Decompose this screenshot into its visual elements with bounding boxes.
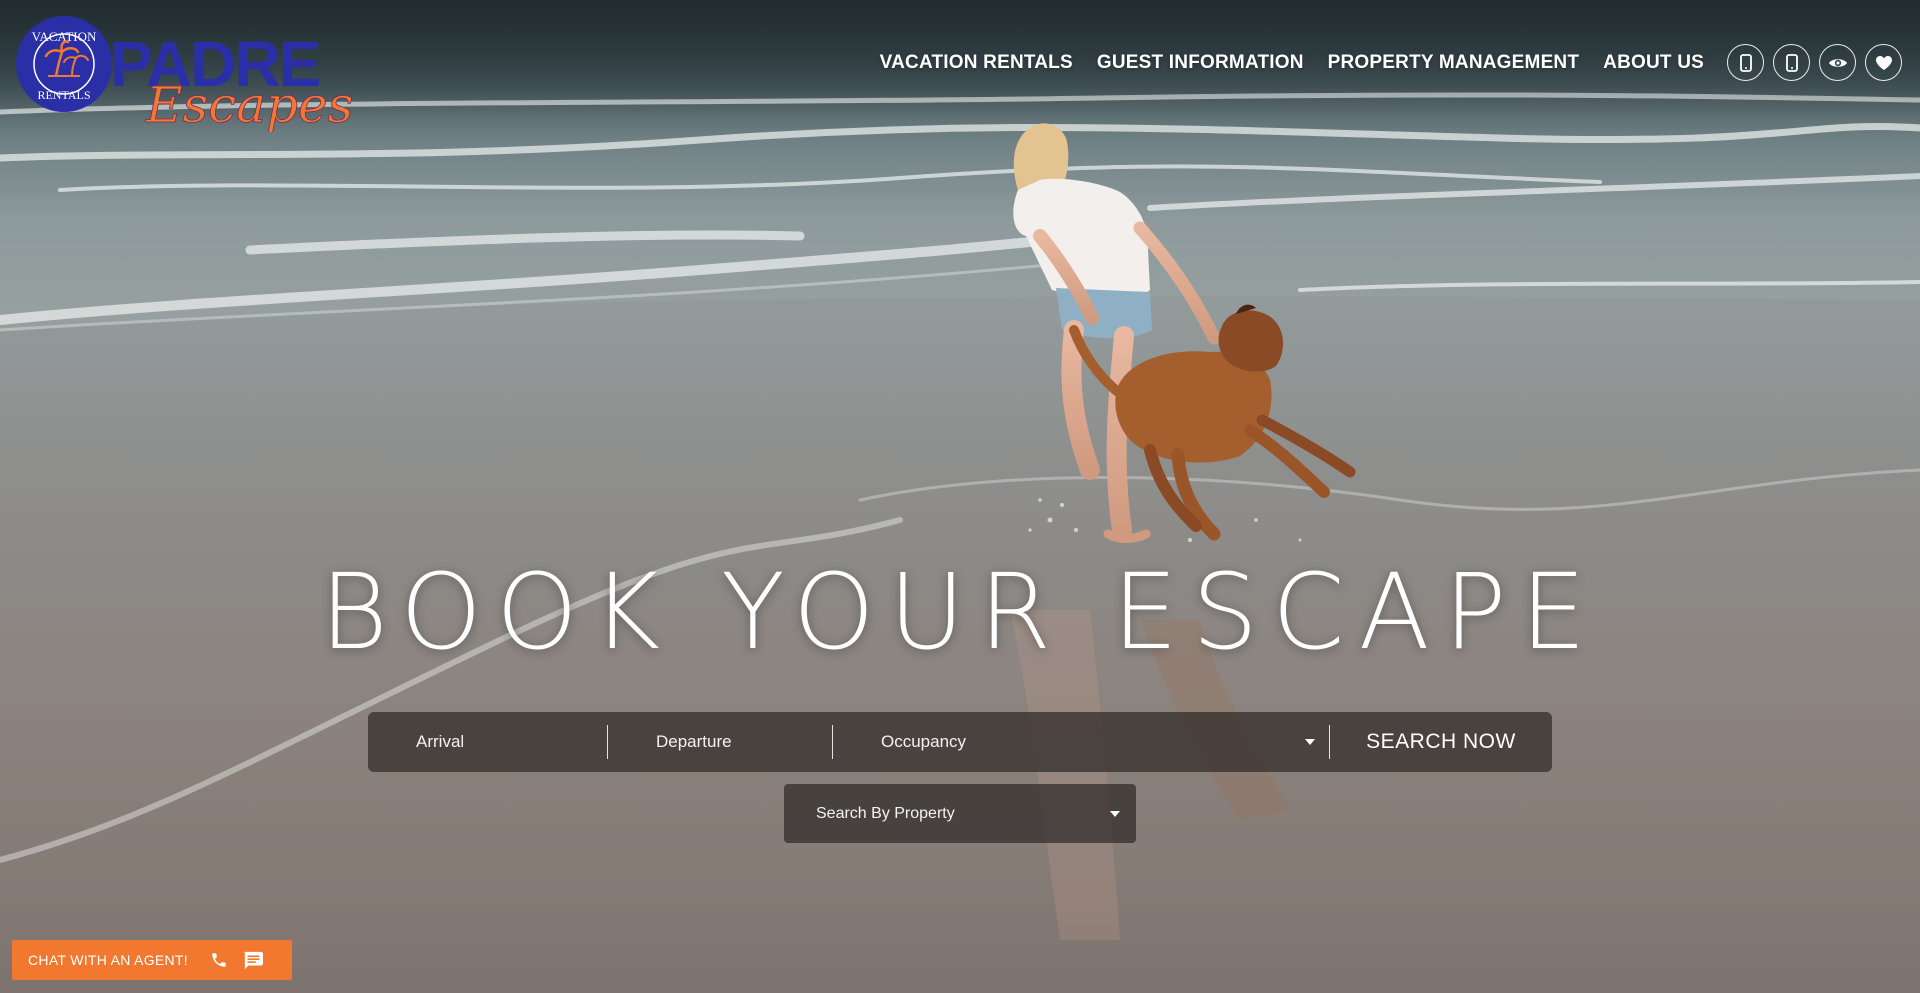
chat-label: CHAT WITH AN AGENT! [28,952,188,968]
hero-section: VACATION RENTALS PADRE Escapes VACATION … [0,0,1920,993]
arrival-date-field[interactable]: Arrival [368,712,607,772]
chevron-down-icon [1110,811,1120,817]
hero-background-image [0,0,1920,993]
occupancy-select[interactable]: Occupancy [833,712,1329,772]
nav-vacation-rentals[interactable]: VACATION RENTALS [880,52,1073,74]
recently-viewed-button[interactable] [1819,44,1856,81]
heart-icon [1875,55,1892,70]
header-icon-buttons [1727,44,1902,81]
search-bar: Arrival Departure Occupancy SEARCH NOW [368,712,1552,772]
phone-button[interactable] [1727,44,1764,81]
main-nav: VACATION RENTALS GUEST INFORMATION PROPE… [880,52,1704,74]
occupancy-label: Occupancy [881,732,967,751]
message-icon[interactable] [242,950,264,970]
chevron-down-icon [1305,739,1315,745]
favorites-button[interactable] [1865,44,1902,81]
logo-brand-script: Escapes [145,76,353,132]
nav-property-management[interactable]: PROPERTY MANAGEMENT [1328,52,1580,74]
nav-about-us[interactable]: ABOUT US [1603,52,1704,74]
logo-badge-bottom: RENTALS [37,88,90,102]
property-select-label: Search By Property [816,804,955,822]
departure-date-field[interactable]: Departure [608,712,832,772]
phone-icon [1739,53,1752,72]
mobile-button[interactable] [1773,44,1810,81]
padre-escapes-logo[interactable]: VACATION RENTALS PADRE Escapes [14,14,354,132]
nav-guest-information[interactable]: GUEST INFORMATION [1097,52,1304,74]
chat-with-agent-button[interactable]: CHAT WITH AN AGENT! [12,940,292,980]
phone-icon[interactable] [210,951,228,969]
eye-icon [1828,58,1847,67]
search-by-property-select[interactable]: Search By Property [784,784,1136,843]
hero-headline: BOOK YOUR ESCAPE [319,551,1601,673]
mobile-icon [1785,53,1798,72]
search-now-button[interactable]: SEARCH NOW [1330,712,1552,772]
